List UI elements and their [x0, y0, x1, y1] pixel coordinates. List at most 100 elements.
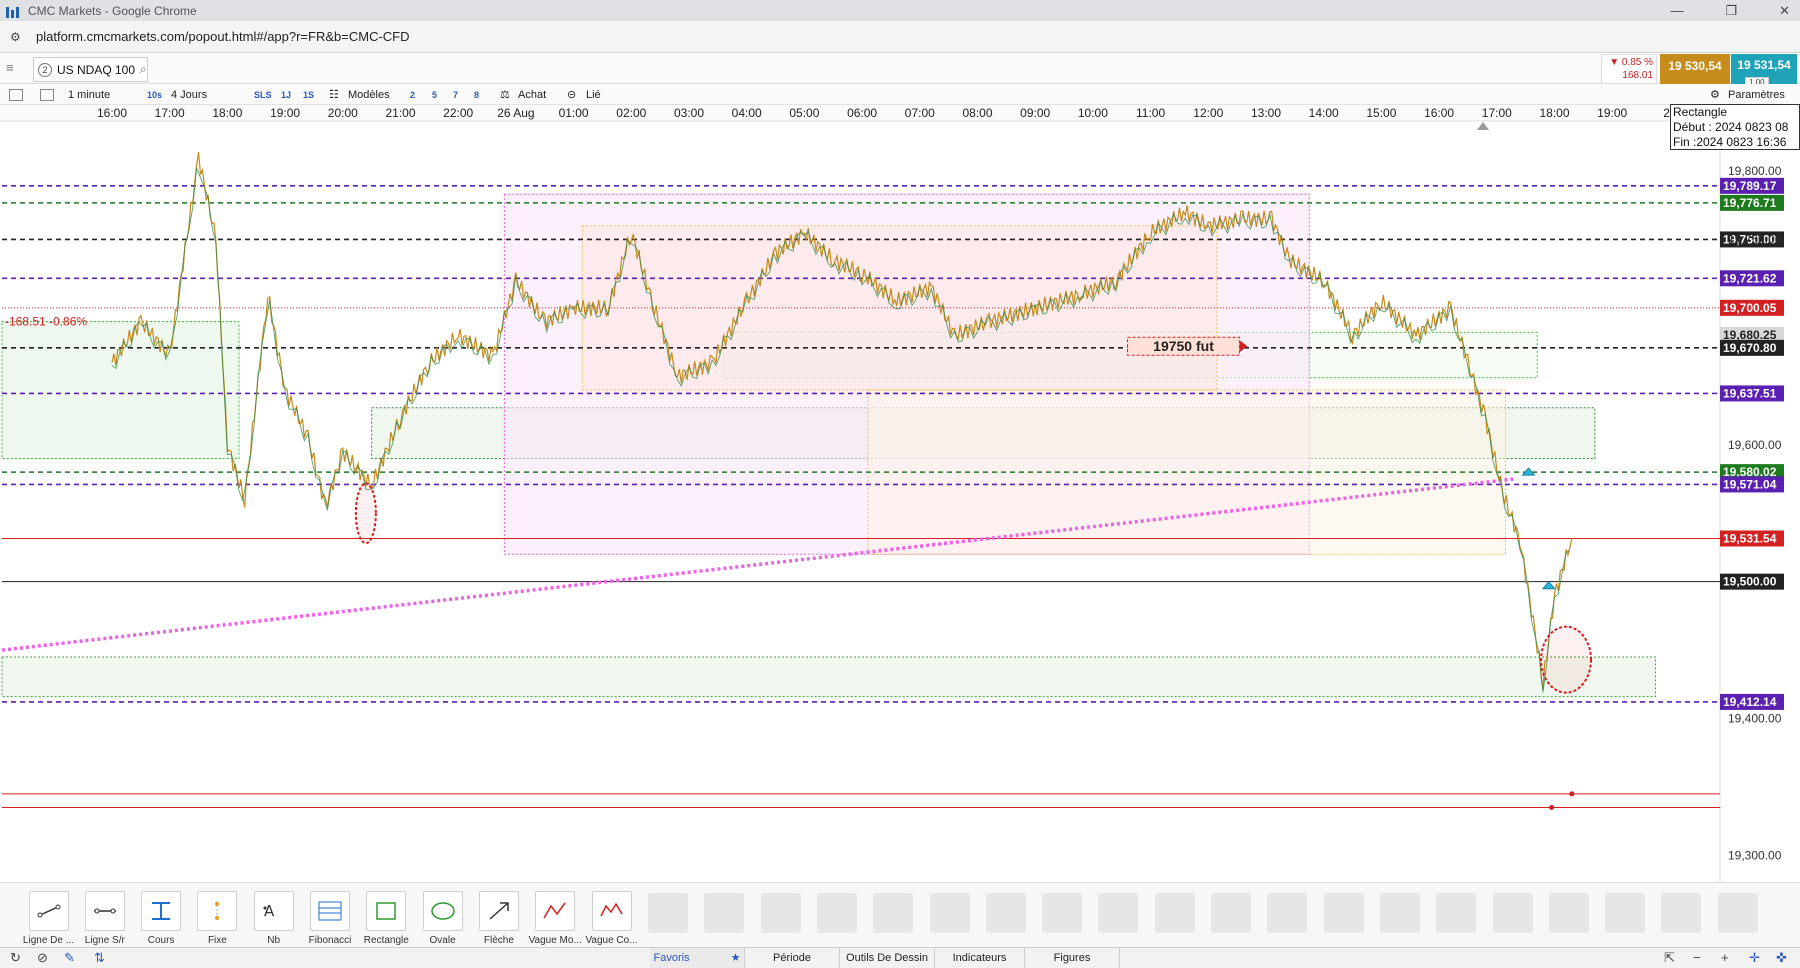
empty-tool-slot[interactable]	[1436, 893, 1477, 933]
layout-7[interactable]: 7	[453, 87, 458, 102]
price-level-label: 19,721.62	[1723, 271, 1777, 285]
draw-tool-fixed[interactable]: Fixe	[190, 891, 245, 946]
layout-grid-icon[interactable]	[40, 87, 54, 102]
price-level-label: 19,412.14	[1723, 695, 1777, 709]
tab-figures[interactable]: Figures	[1025, 948, 1120, 968]
text-note-icon[interactable]: A	[253, 891, 294, 931]
range-sls[interactable]: SLS	[254, 87, 272, 102]
draw-tool-label: Ligne De ...	[22, 935, 75, 946]
empty-tool-slot[interactable]	[1492, 893, 1533, 933]
search-icon[interactable]: ⌕	[140, 62, 147, 77]
empty-tool-slot[interactable]	[1661, 893, 1702, 933]
crosshair-icon[interactable]: ✛	[1749, 950, 1760, 966]
zoom-in-icon[interactable]: +	[1721, 950, 1729, 965]
site-info-icon[interactable]: ⚙	[10, 30, 28, 44]
empty-tool-slot[interactable]	[1323, 893, 1364, 933]
x-tick-label: 19:00	[270, 106, 300, 120]
price-level-label: 19,776.71	[1723, 196, 1777, 210]
refresh-icon[interactable]: ↻	[10, 950, 21, 966]
sell-price-button[interactable]: 19 530,54	[1660, 54, 1730, 84]
fibonacci-icon[interactable]	[310, 891, 350, 931]
linked-button[interactable]: Lié	[586, 87, 601, 102]
link-icon[interactable]: ⊝	[567, 87, 576, 102]
star-icon: ★	[730, 952, 741, 964]
empty-tool-slot[interactable]	[873, 893, 914, 933]
range-select[interactable]: 4 Jours	[171, 87, 207, 102]
tab-favoris[interactable]: Favoris ★	[650, 948, 745, 968]
empty-tool-slot[interactable]	[985, 893, 1026, 933]
settings-button[interactable]: Paramètres	[1728, 87, 1785, 102]
empty-tool-slot[interactable]	[704, 893, 745, 933]
rectangle-icon[interactable]	[366, 891, 407, 931]
list-view-icon[interactable]	[9, 87, 23, 102]
price-icon[interactable]	[141, 891, 182, 931]
empty-tool-slot[interactable]	[1717, 893, 1758, 933]
empty-tool-slot[interactable]	[1211, 893, 1251, 933]
empty-tool-slot[interactable]	[1605, 893, 1646, 933]
url-field[interactable]: platform.cmcmarkets.com/popout.html#/app…	[36, 29, 410, 44]
draw-tool-price[interactable]: Cours	[134, 891, 189, 946]
empty-tool-slot[interactable]	[1548, 893, 1589, 933]
tab-indicateurs[interactable]: Indicateurs	[935, 948, 1025, 968]
empty-tool-slot[interactable]	[816, 893, 857, 933]
buy-price-button[interactable]: 19 531,54 1.00	[1731, 54, 1797, 88]
empty-tool-slot[interactable]	[760, 893, 801, 933]
minimize-icon[interactable]: —	[1670, 3, 1683, 18]
alert-dot	[1569, 791, 1575, 797]
swap-icon[interactable]: ⇅	[94, 950, 105, 966]
no-entry-icon[interactable]: ⊘	[37, 950, 48, 966]
empty-tool-slot[interactable]	[1379, 893, 1420, 933]
draw-tool-oval[interactable]: Ovale	[415, 891, 470, 946]
models-icon[interactable]: ☷	[329, 87, 339, 102]
instrument-tab[interactable]: 2 US NDAQ 100 ⌕	[33, 57, 148, 82]
interval-10s[interactable]: 10s	[147, 87, 162, 102]
draw-tool-trend-line[interactable]: Ligne De ...	[21, 891, 76, 946]
draw-tool-fibonacci[interactable]: Fibonacci	[303, 891, 358, 946]
x-tick-label: 17:00	[155, 106, 185, 120]
oval-icon[interactable]	[422, 891, 463, 931]
draw-tool-horizontal-line[interactable]: Ligne S/r	[77, 891, 132, 946]
range-1j[interactable]: 1J	[281, 87, 291, 102]
range-1s[interactable]: 1S	[303, 87, 314, 102]
x-tick-label: 17:00	[1482, 106, 1512, 120]
layout-5[interactable]: 5	[432, 87, 437, 102]
highlight-ellipse	[354, 482, 377, 545]
layout-2[interactable]: 2	[410, 87, 415, 102]
x-tick-label: 10:00	[1078, 106, 1108, 120]
wave-corrective-icon[interactable]	[591, 891, 632, 931]
draw-tool-wave[interactable]: Vague Mo...	[528, 891, 583, 946]
settings-icon[interactable]: ⚙	[1710, 87, 1720, 102]
empty-tool-slot[interactable]	[648, 893, 688, 933]
collapse-icon[interactable]: ⇱	[1664, 950, 1675, 966]
models-button[interactable]: Modèles	[348, 87, 390, 102]
restore-icon[interactable]: ❐	[1725, 3, 1737, 19]
x-tick-label: 21:00	[385, 106, 415, 120]
empty-tool-slot[interactable]	[1267, 893, 1308, 933]
menu-icon[interactable]: ≡	[6, 60, 26, 80]
close-icon[interactable]: ✕	[1779, 3, 1790, 19]
chart-canvas[interactable]: 16:00 17:00 18:00 19:00 20:00 21:00 22:00 26 Au…	[0, 105, 1800, 883]
trend-line-icon[interactable]	[28, 891, 69, 931]
empty-tool-slot[interactable]	[1098, 893, 1139, 933]
wave-icon[interactable]	[535, 891, 576, 931]
empty-tool-slot[interactable]	[929, 893, 970, 933]
buy-order-button[interactable]: Achat	[518, 87, 546, 102]
tab-outils-de-dessin[interactable]: Outils De Dessin	[840, 948, 935, 968]
tab-periode[interactable]: Période	[745, 948, 840, 968]
horizontal-line-icon[interactable]	[84, 891, 125, 931]
draw-tool-text-note[interactable]: A Nb	[246, 891, 301, 946]
interval-select[interactable]: 1 minute	[68, 87, 110, 102]
draw-tool-wave-corrective[interactable]: Vague Co...	[584, 891, 639, 946]
zoom-out-icon[interactable]: −	[1693, 950, 1701, 965]
fixed-icon[interactable]	[197, 891, 238, 931]
empty-tool-slot[interactable]	[1154, 893, 1195, 933]
draw-tool-rectangle[interactable]: Rectangle	[359, 891, 414, 946]
pencil-icon[interactable]: ✎	[64, 950, 75, 966]
draw-tool-arrow[interactable]: Flèche	[471, 891, 526, 946]
buy-order-icon[interactable]: ⚖	[500, 87, 510, 102]
layout-8[interactable]: 8	[474, 87, 479, 102]
crosshair-lock-icon[interactable]: ✜	[1776, 950, 1787, 966]
price-chart[interactable]: 16:00 17:00 18:00 19:00 20:00 21:00 22:00 26 Au…	[0, 105, 1800, 883]
empty-tool-slot[interactable]	[1042, 893, 1083, 933]
arrow-icon[interactable]	[478, 891, 519, 931]
